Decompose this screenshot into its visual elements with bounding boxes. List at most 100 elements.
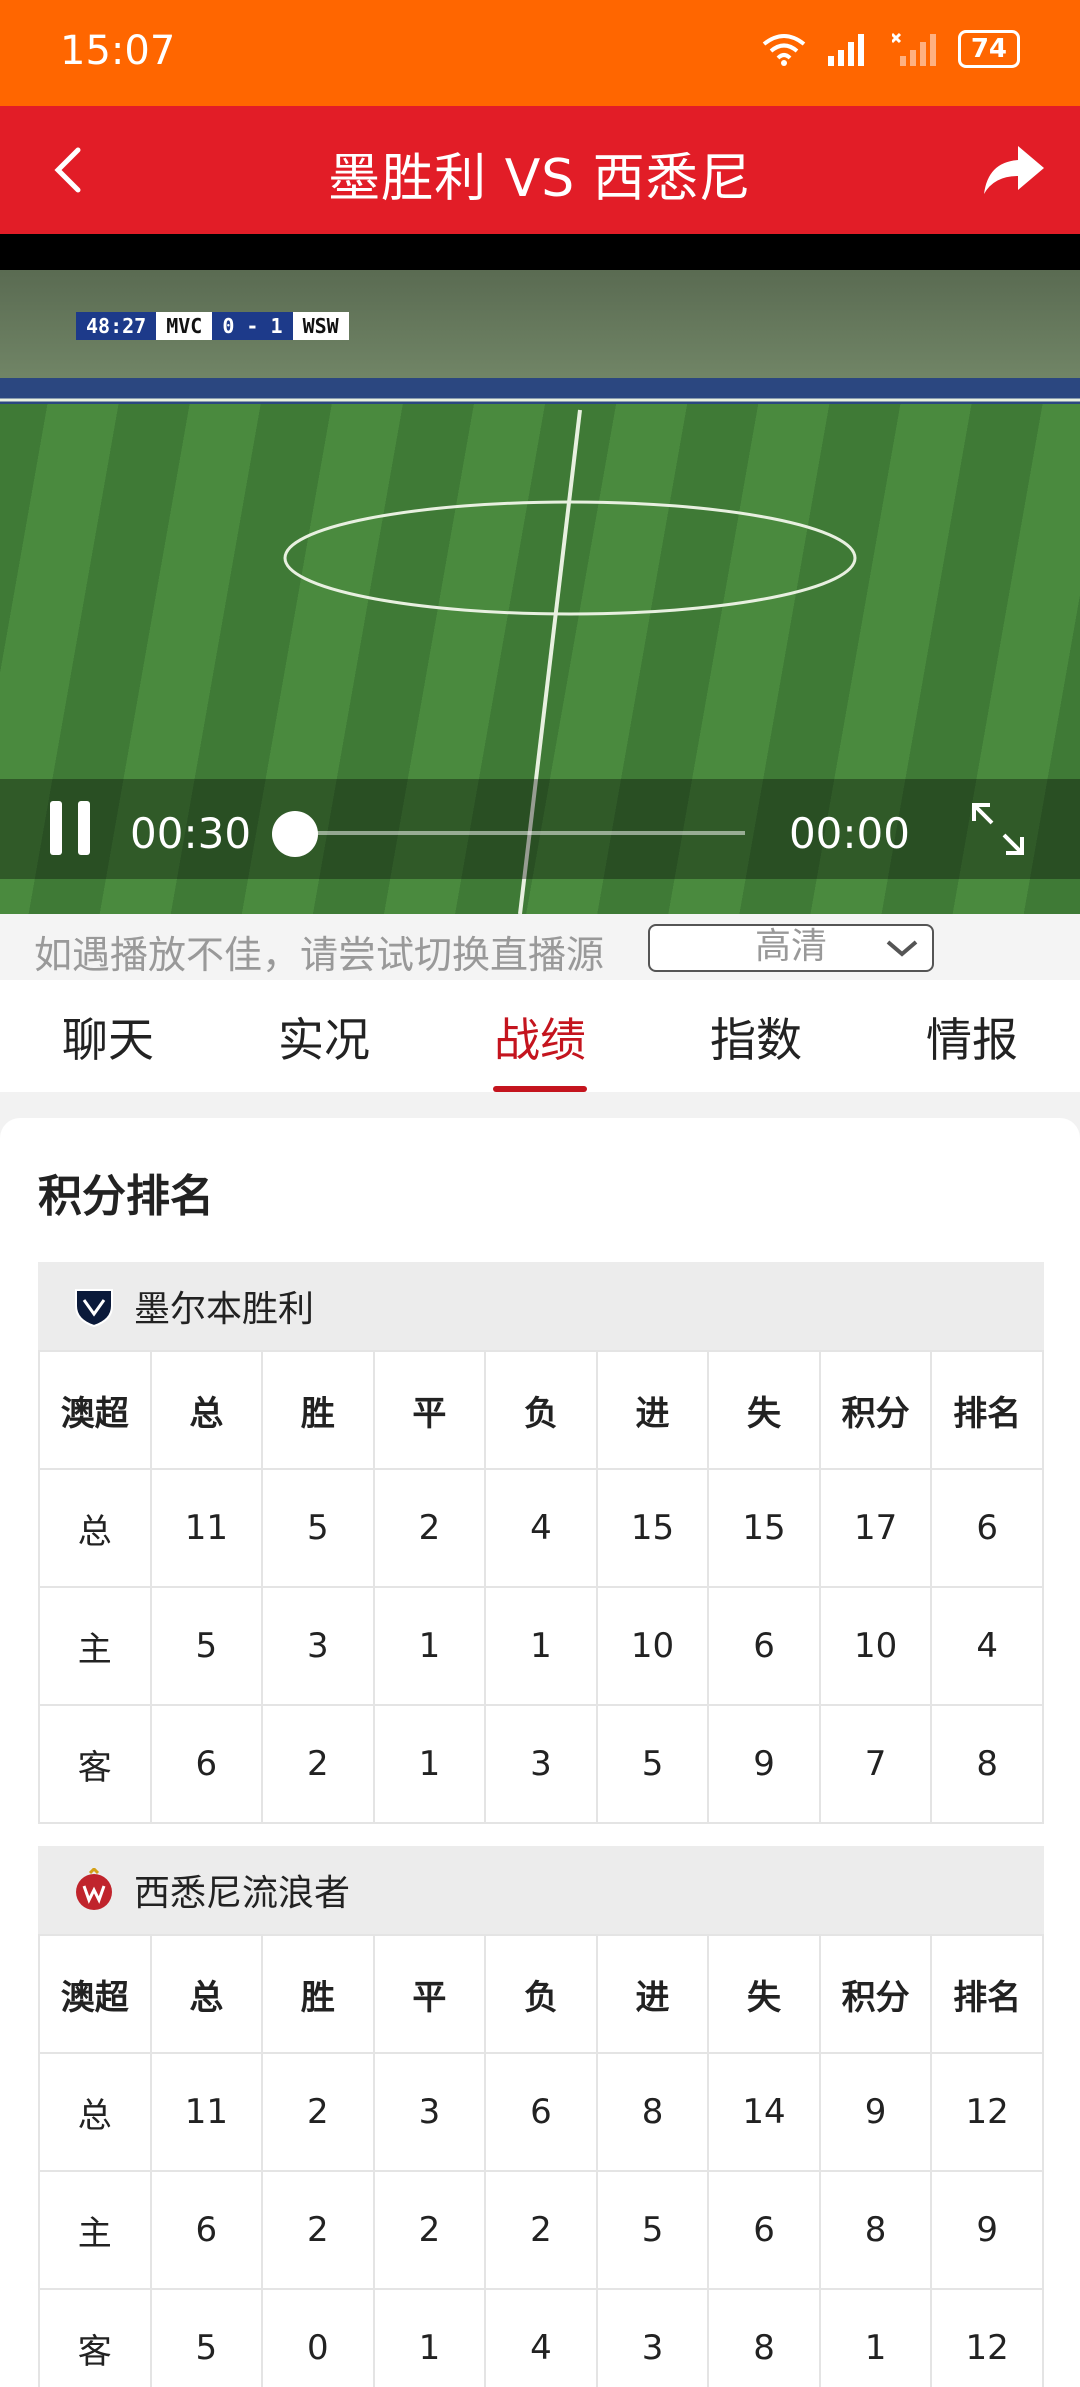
table-cell: 2 [484,2170,598,2290]
table-cell: 7 [818,1704,933,1824]
pause-icon[interactable] [50,801,94,855]
column-header: 澳超 [38,1934,152,2054]
table-cell: 总 [38,2052,152,2172]
table-cell: 客 [38,2288,152,2387]
video-player[interactable]: 48:27 MVC 0 - 1 WSW 00:30 00:00 [0,234,1080,914]
end-time: 00:00 [788,809,910,858]
table-cell: 11 [149,1468,264,1588]
match-score: 0 - 1 [212,312,293,340]
column-header: 失 [707,1934,821,2054]
table-cell: 5 [149,2288,264,2387]
table-row: 客 6 2 1 3 5 9 7 8 [38,1704,1044,1824]
battery-level: 74 [970,34,1007,64]
video-controls: 00:30 00:00 [0,779,1080,879]
quality-select[interactable]: 高清 [648,924,934,972]
table-row: 主 6 2 2 2 5 6 8 9 [38,2170,1044,2290]
battery-indicator: 74 [957,30,1020,68]
source-switch-row: 如遇播放不佳，请尝试切换直播源 高清 [0,914,1080,980]
table-cell: 2 [261,1704,375,1824]
signal-icon [827,34,864,66]
table-cell: 8 [707,2288,821,2387]
table-cell: 4 [484,1468,598,1588]
column-header: 负 [484,1934,598,2054]
table-cell: 15 [595,1468,710,1588]
table-cell: 5 [149,1586,264,1706]
table-cell: 0 [261,2288,375,2387]
status-bar: 15:07 74 [0,0,1080,106]
table-cell: 3 [261,1586,375,1706]
tab-odds[interactable]: 指数 [648,980,864,1092]
table-cell: 6 [707,1586,821,1706]
table-cell: 6 [930,1468,1044,1588]
team-name: 西悉尼流浪者 [134,1873,351,1914]
column-header: 胜 [261,1934,375,2054]
table-cell: 5 [595,2170,710,2290]
quality-value: 高清 [754,926,827,967]
table-cell: 1 [372,1586,487,1706]
tab-intel[interactable]: 情报 [864,980,1080,1092]
table-cell: 6 [484,2052,598,2172]
column-header: 积分 [818,1934,933,2054]
column-header: 总 [149,1350,264,1470]
status-time: 15:07 [60,28,176,74]
table-cell: 6 [149,1704,264,1824]
table-cell: 11 [149,2052,264,2172]
table-row: 总 11 2 3 6 8 14 9 12 [38,2052,1044,2172]
column-header: 进 [595,1934,710,2054]
table-cell: 9 [930,2170,1044,2290]
tab-live[interactable]: 实况 [216,980,432,1092]
wifi-icon [762,34,806,66]
table-row: 总 11 5 2 4 15 15 17 6 [38,1468,1044,1588]
table-header-row: 澳超 总 胜 平 负 进 失 积分 排名 [38,1934,1044,2054]
column-header: 排名 [930,1350,1044,1470]
table-cell: 6 [149,2170,264,2290]
table-cell: 4 [484,2288,598,2387]
table-cell: 主 [38,1586,152,1706]
table-cell: 客 [38,1704,152,1824]
table-cell: 10 [818,1586,933,1706]
match-clock: 48:27 [76,312,157,340]
page-title: 墨胜利 VS 西悉尼 [328,149,752,209]
tab-record[interactable]: 战绩 [432,980,648,1092]
column-header: 平 [372,1934,487,2054]
table-row: 主 5 3 1 1 10 6 10 4 [38,1586,1044,1706]
table-cell: 2 [372,2170,487,2290]
table-cell: 2 [261,2170,375,2290]
progress-thumb[interactable] [272,811,318,857]
column-header: 胜 [261,1350,375,1470]
section-title: 积分排名 [38,1171,214,1222]
title-bar: 墨胜利 VS 西悉尼 [0,106,1080,234]
team-standings-away: 西悉尼流浪者 澳超 总 胜 平 负 进 失 积分 排名 总 11 2 3 6 8 [38,1846,1044,2387]
team-header: 墨尔本胜利 [38,1262,1044,1350]
share-icon[interactable] [978,140,1048,200]
team-header: 西悉尼流浪者 [38,1846,1044,1934]
table-cell: 17 [818,1468,933,1588]
column-header: 排名 [930,1934,1044,2054]
progress-track[interactable] [290,831,745,835]
standings-panel: 积分排名 墨尔本胜利 澳超 总 胜 平 负 进 失 积分 排名 总 11 5 2… [0,1118,1080,2387]
column-header: 负 [484,1350,598,1470]
table-cell: 8 [930,1704,1044,1824]
table-cell: 12 [930,2052,1044,2172]
tab-chat[interactable]: 聊天 [0,980,216,1092]
table-cell: 15 [707,1468,821,1588]
table-header-row: 澳超 总 胜 平 负 进 失 积分 排名 [38,1350,1044,1470]
table-row: 客 5 0 1 4 3 8 1 12 [38,2288,1044,2387]
table-cell: 10 [595,1586,710,1706]
table-cell: 3 [595,2288,710,2387]
fullscreen-icon[interactable] [968,799,1028,859]
table-cell: 2 [372,1468,487,1588]
status-icons: 74 [762,30,1020,68]
table-cell: 6 [707,2170,821,2290]
current-time: 00:30 [130,809,252,858]
table-cell: 9 [818,2052,933,2172]
table-cell: 3 [484,1704,598,1824]
tab-bar: 聊天 实况 战绩 指数 情报 [0,980,1080,1092]
chevron-down-icon [886,940,918,957]
table-cell: 5 [261,1468,375,1588]
scorebug: 48:27 MVC 0 - 1 WSW [76,312,349,340]
column-header: 积分 [818,1350,933,1470]
table-cell: 4 [930,1586,1044,1706]
table-cell: 1 [484,1586,598,1706]
home-code: MVC [156,312,213,340]
